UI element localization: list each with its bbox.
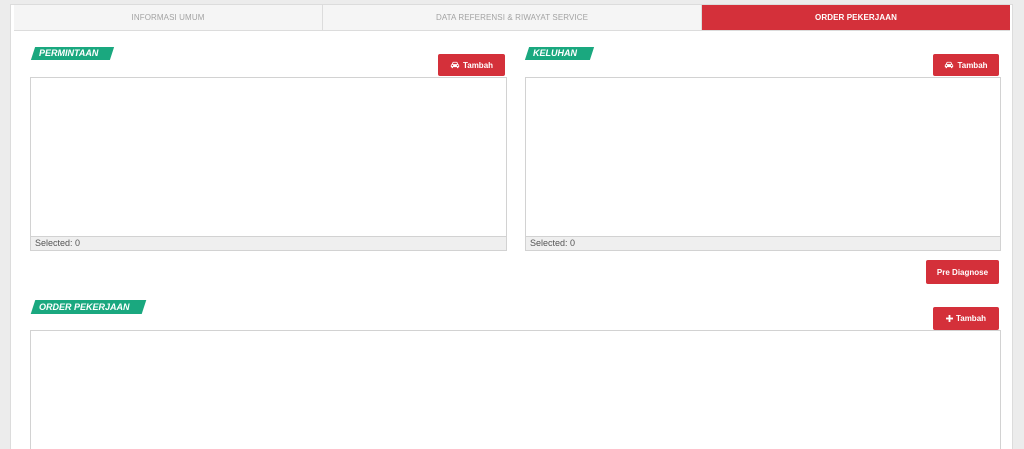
permintaan-grid-body[interactable] xyxy=(31,78,506,236)
keluhan-add-label: Tambah xyxy=(957,60,988,70)
tab-order-pekerjaan[interactable]: ORDER PEKERJAAN xyxy=(701,5,1010,30)
keluhan-selection-count: Selected: 0 xyxy=(526,236,1000,250)
pre-diagnose-button[interactable]: Pre Diagnose xyxy=(926,260,999,284)
car-icon xyxy=(450,61,460,69)
order-pekerjaan-title: ORDER PEKERJAAN xyxy=(39,302,130,312)
order-form-panel: INFORMASI UMUM DATA REFERENSI & RIWAYAT … xyxy=(10,4,1013,449)
tab-bar: INFORMASI UMUM DATA REFERENSI & RIWAYAT … xyxy=(14,5,1010,31)
permintaan-add-button[interactable]: Tambah xyxy=(438,54,505,76)
order-pekerjaan-grid xyxy=(30,330,1001,449)
keluhan-title: KELUHAN xyxy=(533,48,577,58)
order-pekerjaan-add-button[interactable]: Tambah xyxy=(933,307,999,330)
keluhan-grid-body[interactable] xyxy=(526,78,1000,236)
permintaan-selection-count: Selected: 0 xyxy=(31,236,506,250)
order-pekerjaan-section-label: ORDER PEKERJAAN xyxy=(30,300,147,314)
keluhan-grid: Selected: 0 xyxy=(525,77,1001,251)
permintaan-grid: Selected: 0 xyxy=(30,77,507,251)
keluhan-section-label: KELUHAN xyxy=(524,47,595,60)
tab-data-referensi-riwayat-service[interactable]: DATA REFERENSI & RIWAYAT SERVICE xyxy=(322,5,701,30)
permintaan-title: PERMINTAAN xyxy=(39,48,99,58)
car-icon xyxy=(944,61,954,69)
keluhan-add-button[interactable]: Tambah xyxy=(933,54,999,76)
order-pekerjaan-add-label: Tambah xyxy=(955,314,987,323)
tab-informasi-umum[interactable]: INFORMASI UMUM xyxy=(14,5,322,30)
permintaan-add-label: Tambah xyxy=(462,60,494,70)
permintaan-section-label: PERMINTAAN xyxy=(30,47,115,60)
order-pekerjaan-grid-body[interactable] xyxy=(31,331,1000,449)
plus-icon xyxy=(945,315,953,322)
